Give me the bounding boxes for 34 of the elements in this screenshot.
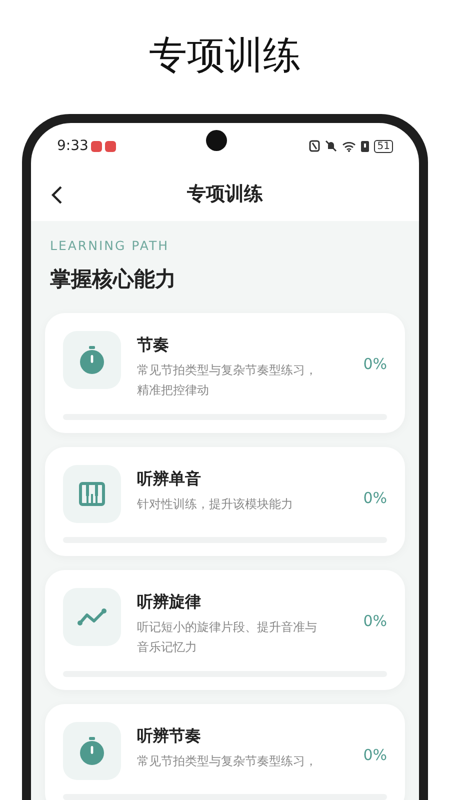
progress-percent: 0% [363,745,387,766]
battery-level: 51 [374,140,393,152]
module-card[interactable]: 听辨旋律 听记短小的旋律片段、提升音准与音乐记忆力 0% [45,570,405,690]
module-description: 听记短小的旋律片段、提升音准与音乐记忆力 [137,619,318,656]
wifi-icon [342,140,356,152]
back-icon[interactable] [51,185,63,205]
module-card[interactable]: 听辨节奏 常见节拍类型与复杂节奏型练习， 0% [45,704,405,800]
module-title: 听辨单音 [137,468,202,490]
progress-percent: 0% [363,488,387,510]
trend-line-icon [77,608,107,626]
camera-icon [206,130,227,151]
page-headline: 专项训练 [149,32,301,79]
battery-saver-icon [361,140,370,152]
module-description: 常见节拍类型与复杂节奏型练习， [137,753,318,770]
stopwatch-icon [78,345,106,376]
module-card[interactable]: 节奏 常见节拍类型与复杂节奏型练习，精准把控律动 0% [45,313,405,434]
stopwatch-icon [78,736,106,766]
progress-percent: 0% [363,611,387,632]
module-card[interactable]: 听辨单音 针对性训练，提升该模块能力 0% [45,447,405,556]
screen-title: 专项训练 [187,182,263,207]
nfc-icon [309,140,320,152]
module-title: 听辨节奏 [137,725,202,748]
module-title: 听辨旋律 [137,591,202,614]
notification-icon [105,140,116,152]
muted-bell-icon [325,140,338,152]
module-description: 针对性训练，提升该模块能力 [137,496,294,514]
status-time: 9:33 [57,136,88,156]
section-title: 掌握核心能力 [49,266,177,293]
progress-percent: 0% [363,354,387,376]
module-description: 常见节拍类型与复杂节奏型练习，精准把控律动 [137,362,318,400]
section-eyebrow: LEARNING PATH [49,237,170,255]
piano-keys-icon [79,482,105,506]
module-title: 节奏 [137,334,170,356]
notification-icon [91,140,102,152]
